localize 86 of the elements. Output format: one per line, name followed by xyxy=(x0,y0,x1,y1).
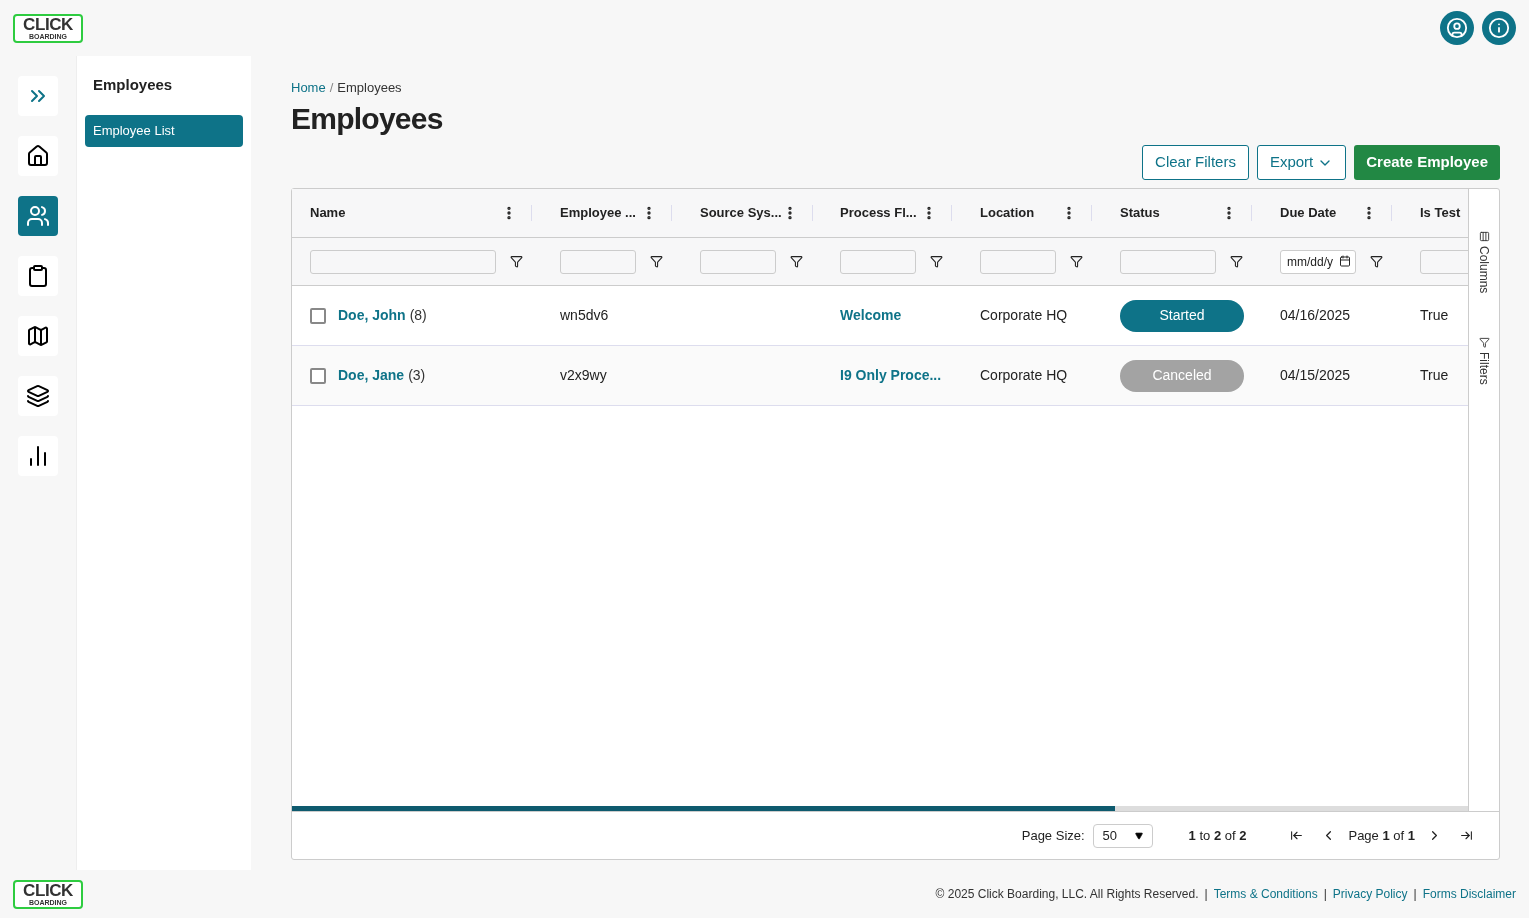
table-cell-text: wn5dv6 xyxy=(560,306,609,325)
horizontal-scrollbar[interactable] xyxy=(292,806,1468,811)
column-header[interactable]: Source Sys... xyxy=(700,203,782,223)
info-icon xyxy=(1488,17,1510,39)
row-range: 1 to 2 of 2 xyxy=(1188,826,1247,845)
process-link[interactable]: I9 Only Proce... xyxy=(840,365,942,386)
filter-field[interactable] xyxy=(840,249,916,274)
info-button[interactable] xyxy=(1482,11,1516,45)
logo-word: CLICK xyxy=(23,16,73,33)
first-page-icon[interactable] xyxy=(1290,829,1304,842)
export-dropdown[interactable]: Export xyxy=(1256,145,1347,180)
profile-button[interactable] xyxy=(1440,11,1474,45)
employee-name-link[interactable]: Doe, John xyxy=(338,305,406,326)
nav-button[interactable] xyxy=(18,436,58,476)
record-count: (8) xyxy=(409,306,427,325)
layers-icon xyxy=(26,384,50,408)
copyright-text: © 2025 Click Boarding, LLC. All Rights Reserved. xyxy=(935,886,1199,903)
breadcrumb-item: Employees xyxy=(337,79,402,97)
table-cell-text: True xyxy=(1420,306,1449,325)
table-cell-text: Corporate HQ xyxy=(980,366,1068,385)
clear-filters-button[interactable]: Clear Filters xyxy=(1142,145,1249,180)
breadcrumb-item[interactable]: Home xyxy=(291,78,326,98)
dropdown-caret-icon xyxy=(1134,831,1143,840)
filter-field[interactable] xyxy=(700,249,776,274)
column-header[interactable]: Due Date xyxy=(1280,203,1337,223)
side-panel-tab[interactable]: Columns xyxy=(1475,231,1493,294)
nav-button[interactable] xyxy=(18,136,58,176)
employee-name-link[interactable]: Doe, Jane xyxy=(338,365,405,386)
nav-button[interactable] xyxy=(18,316,58,356)
filter-icon[interactable] xyxy=(510,255,523,268)
record-count: (3) xyxy=(408,366,426,385)
table-cell-text: 04/16/2025 xyxy=(1280,306,1351,325)
process-link[interactable]: Welcome xyxy=(840,305,902,326)
last-page-icon[interactable] xyxy=(1460,829,1473,842)
filter-icon[interactable] xyxy=(1230,255,1243,268)
filter-icon[interactable] xyxy=(930,255,943,268)
status-pill: Canceled xyxy=(1120,359,1244,392)
table-cell-text: Corporate HQ xyxy=(980,306,1068,325)
side-panel-tab[interactable]: Filters xyxy=(1475,337,1493,386)
footer-link[interactable]: Privacy Policy xyxy=(1332,885,1408,903)
status-pill: Started xyxy=(1120,299,1244,332)
people-icon xyxy=(26,204,50,228)
create-button[interactable]: Create Employee xyxy=(1354,145,1500,180)
table-cell-text: 04/15/2025 xyxy=(1280,366,1351,385)
logo-word: CLICK xyxy=(23,882,73,899)
filter-icon[interactable] xyxy=(1370,255,1383,268)
footer-link[interactable]: Terms & Conditions xyxy=(1213,885,1318,903)
column-header[interactable]: Process Fl... xyxy=(840,203,917,223)
filter-field[interactable] xyxy=(1120,249,1216,274)
filter-field[interactable] xyxy=(980,249,1056,274)
user-icon xyxy=(1446,17,1468,39)
subnav-item[interactable]: Employee List xyxy=(85,114,243,147)
filter-field[interactable] xyxy=(560,249,636,274)
row-checkbox[interactable] xyxy=(310,367,326,384)
column-header[interactable]: Is Test xyxy=(1420,203,1461,223)
subnav-title: Employees xyxy=(92,75,174,95)
page-indicator: Page 1 of 1 xyxy=(1348,826,1415,845)
column-header[interactable]: Employee ... xyxy=(560,203,636,223)
nav-button[interactable] xyxy=(18,256,58,296)
page-title: Employees xyxy=(291,100,444,137)
filter-icon[interactable] xyxy=(650,255,663,268)
clipboard-icon xyxy=(26,264,50,288)
column-header[interactable]: Name xyxy=(310,203,346,223)
map-icon xyxy=(26,324,50,348)
page-size-select[interactable]: 50 xyxy=(1092,823,1153,848)
table-cell-text: v2x9wy xyxy=(560,366,607,385)
filter-field[interactable] xyxy=(310,249,496,274)
link-separator: | xyxy=(1413,886,1417,903)
table-row[interactable]: Doe, Jane (3) v2x9wy I9 Only Proce... Corporate HQ Canceled 04/15/2025 True xyxy=(292,346,1468,406)
calendar-icon[interactable] xyxy=(1339,255,1351,267)
filter-icon[interactable] xyxy=(790,255,803,268)
filter-icon xyxy=(1478,337,1490,349)
link-separator: | xyxy=(1323,886,1327,903)
home-icon xyxy=(26,144,50,168)
row-checkbox[interactable] xyxy=(310,307,326,324)
page-size-label: Page Size: xyxy=(1021,826,1085,845)
date-filter-field[interactable]: mm/dd/y xyxy=(1280,250,1356,274)
nav-button[interactable] xyxy=(18,376,58,416)
footer-link[interactable]: Forms Disclaimer xyxy=(1422,885,1516,903)
table-cell-text: True xyxy=(1420,366,1449,385)
columns-icon xyxy=(1478,231,1490,242)
link-separator: | xyxy=(1204,886,1208,903)
column-header[interactable]: Status xyxy=(1120,203,1160,223)
filter-icon[interactable] xyxy=(1070,255,1083,268)
column-header[interactable]: Location xyxy=(980,203,1035,223)
breadcrumb-separator: / xyxy=(329,79,334,97)
